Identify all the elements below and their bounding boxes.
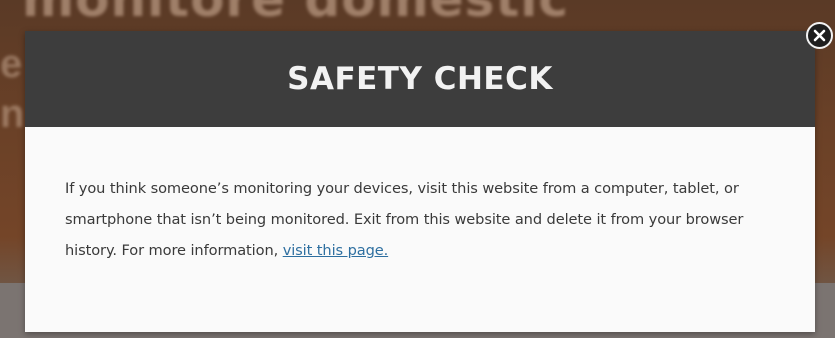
close-button[interactable] (806, 22, 833, 49)
modal-body: If you think someone’s monitoring your d… (25, 127, 815, 266)
background-heading: monitore domestic (22, 0, 569, 28)
background-text-fragment: n (0, 92, 25, 136)
modal-title: SAFETY CHECK (287, 61, 553, 97)
more-info-link[interactable]: visit this page. (283, 242, 389, 259)
modal-header: SAFETY CHECK (25, 31, 815, 127)
close-icon (813, 29, 826, 42)
background-text-fragment: e (0, 42, 23, 86)
safety-check-modal: SAFETY CHECK If you think someone’s moni… (25, 31, 815, 332)
modal-message: If you think someone’s monitoring your d… (65, 180, 744, 259)
